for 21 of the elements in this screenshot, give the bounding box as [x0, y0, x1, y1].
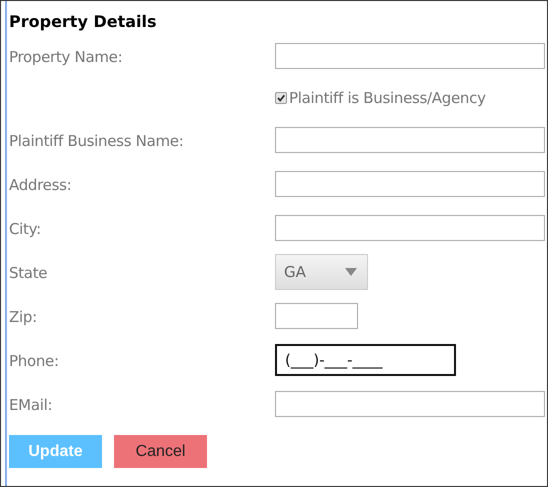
- field-label: Address:: [9, 176, 72, 194]
- field-label: EMail:: [9, 396, 52, 414]
- field-label: State: [9, 264, 48, 282]
- input-field[interactable]: [275, 127, 545, 153]
- cancel-button[interactable]: Cancel: [114, 435, 207, 468]
- checkbox-label[interactable]: Plaintiff is Business/Agency: [289, 89, 486, 107]
- input-field[interactable]: [275, 215, 545, 241]
- field-label: Plaintiff Business Name:: [9, 132, 184, 150]
- input-field[interactable]: [275, 303, 358, 329]
- field-label: Property Name:: [9, 48, 122, 66]
- input-field[interactable]: [275, 43, 545, 69]
- input-field[interactable]: [275, 171, 545, 197]
- checkbox[interactable]: [275, 92, 287, 104]
- caret-icon: [345, 268, 357, 276]
- state-dropdown[interactable]: GA: [275, 254, 368, 290]
- field-label: Zip:: [9, 308, 37, 326]
- field-label: Phone:: [9, 352, 59, 370]
- input-field[interactable]: [275, 391, 545, 417]
- section-title: Property Details: [9, 11, 158, 33]
- field-label: City:: [9, 220, 41, 238]
- input-field[interactable]: (___)-___-____: [275, 344, 456, 376]
